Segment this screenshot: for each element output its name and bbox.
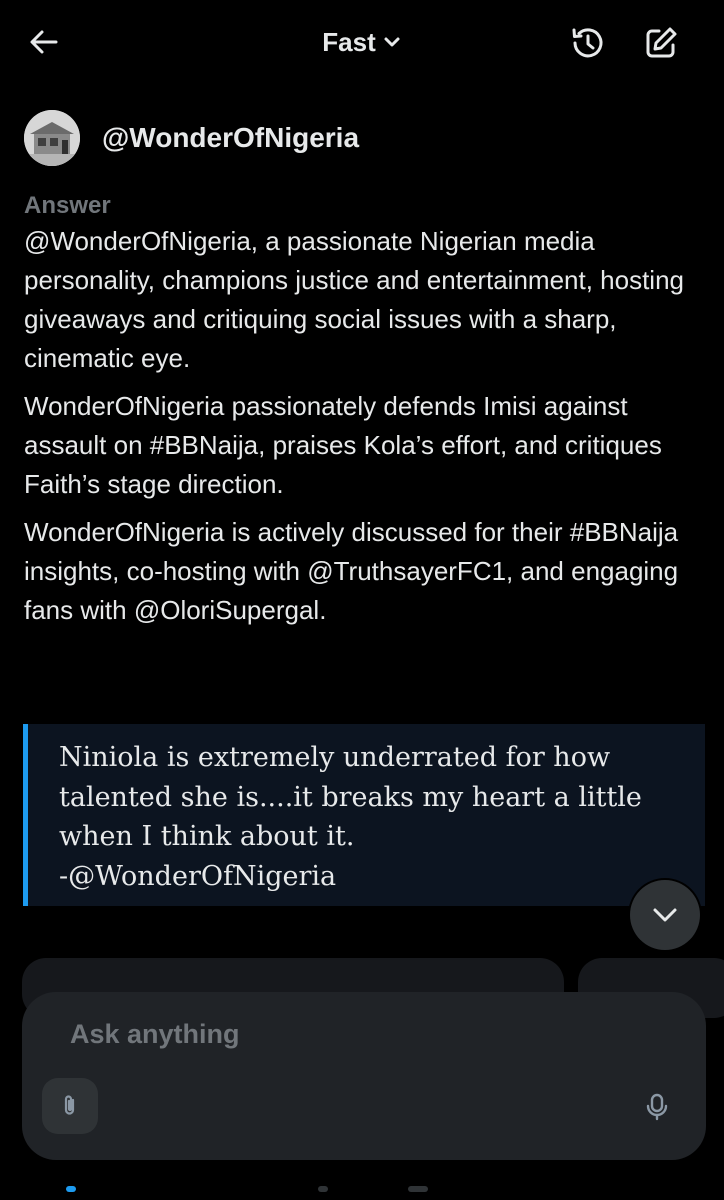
quote-attribution: -@WonderOfNigeria (59, 860, 337, 892)
answer-paragraph: WonderOfNigeria is actively discussed fo… (24, 517, 679, 625)
composer (22, 992, 706, 1160)
new-chat-button[interactable] (638, 20, 684, 66)
profile-handle[interactable]: @WonderOfNigeria (102, 122, 359, 154)
tab-indicator (318, 1186, 328, 1192)
quote-line: Niniola is extremely underrated for how (59, 742, 611, 773)
chevron-down-icon (653, 908, 677, 922)
answer-paragraph: WonderOfNigeria passionately defends Imi… (24, 391, 662, 499)
arrow-left-icon (30, 30, 58, 54)
paperclip-icon (64, 1095, 75, 1115)
tab-indicator (408, 1186, 428, 1192)
mode-selector[interactable]: Fast (297, 22, 427, 62)
bottom-tab-bar (0, 1186, 724, 1200)
microphone-icon (646, 1093, 668, 1121)
quote-line: when I think about it. (59, 821, 355, 852)
attach-button[interactable] (42, 1078, 98, 1134)
ask-input[interactable] (70, 1014, 650, 1054)
avatar-photo (24, 110, 80, 166)
compose-icon (646, 27, 677, 58)
profile-row[interactable]: @WonderOfNigeria (24, 110, 359, 166)
quote-line: talented she is....it breaks my heart a … (59, 781, 642, 813)
history-button[interactable] (564, 20, 610, 66)
top-bar: Fast (0, 0, 724, 82)
history-icon (572, 28, 603, 58)
answer-paragraph: @WonderOfNigeria, a passionate Nigerian … (24, 226, 685, 373)
chevron-down-icon (384, 37, 400, 47)
mode-label: Fast (322, 26, 376, 57)
avatar[interactable] (24, 110, 80, 166)
back-button[interactable] (22, 20, 66, 64)
answer-section: Answer @WonderOfNigeria, a passionate Ni… (24, 190, 714, 630)
tab-indicator (66, 1186, 76, 1192)
quote-block: Niniola is extremely underrated for how … (23, 724, 705, 906)
scroll-down-button[interactable] (630, 880, 700, 950)
answer-label: Answer (24, 192, 111, 219)
voice-input-button[interactable] (634, 1084, 680, 1130)
app-window: Fast @WonderOfNigeria Answer @WonderOfNi… (0, 0, 724, 1200)
